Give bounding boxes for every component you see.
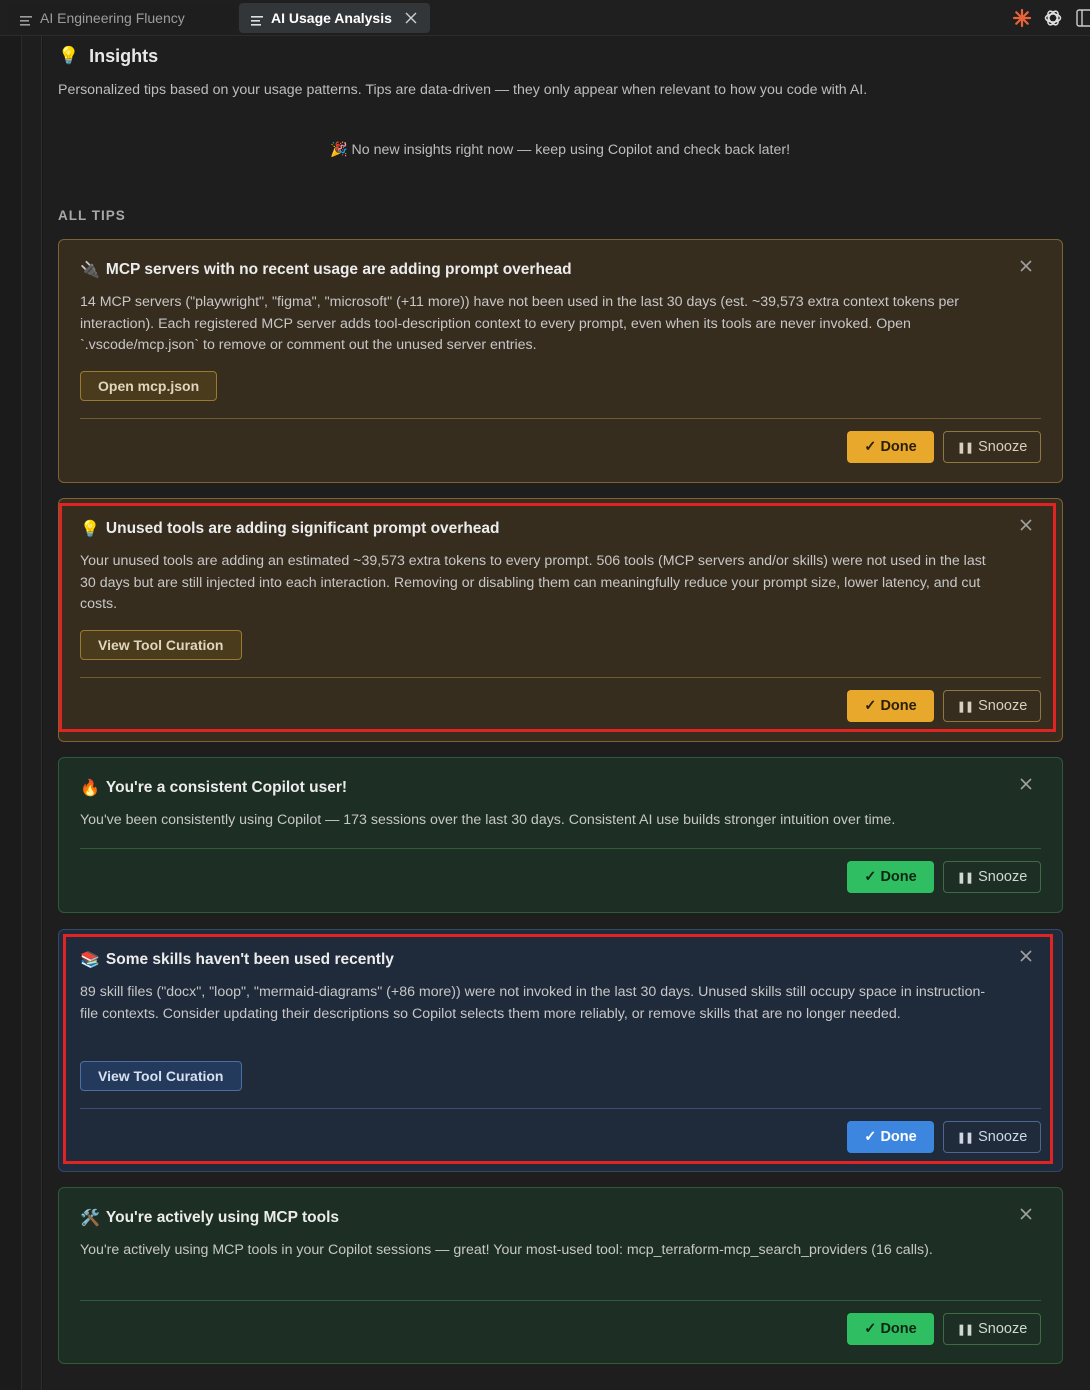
tools-icon: 🛠️ bbox=[80, 1210, 100, 1227]
snooze-button[interactable]: ❚❚ Snooze bbox=[943, 1121, 1041, 1153]
tip-body: Your unused tools are adding an estimate… bbox=[80, 553, 986, 613]
dismiss-icon[interactable] bbox=[1018, 1206, 1034, 1222]
tip-body: 89 skill files ("docx", "loop", "mermaid… bbox=[80, 984, 986, 1022]
snooze-button[interactable]: ❚❚ Snooze bbox=[943, 431, 1041, 463]
tip-title: 📚 Some skills haven't been used recently bbox=[80, 950, 394, 970]
lightbulb-icon: 💡 bbox=[58, 46, 80, 65]
tip-title: 💡 Unused tools are adding significant pr… bbox=[80, 519, 500, 539]
tab-label: AI Engineering Fluency bbox=[40, 10, 185, 26]
insights-subtitle: Personalized tips based on your usage pa… bbox=[58, 82, 868, 98]
done-button[interactable]: ✓ Done bbox=[847, 690, 934, 722]
divider bbox=[80, 418, 1041, 419]
tab-ai-engineering-fluency[interactable]: AI Engineering Fluency bbox=[8, 3, 236, 33]
tip-title: 🛠️ You're actively using MCP tools bbox=[80, 1208, 339, 1228]
divider bbox=[80, 1108, 1041, 1109]
view-tool-curation-button[interactable]: View Tool Curation bbox=[80, 1061, 242, 1091]
done-button[interactable]: ✓ Done bbox=[847, 861, 934, 893]
done-button[interactable]: ✓ Done bbox=[847, 431, 934, 463]
done-button[interactable]: ✓ Done bbox=[847, 1313, 934, 1345]
fire-icon: 🔥 bbox=[80, 780, 100, 797]
tip-title: 🔌 MCP servers with no recent usage are a… bbox=[80, 260, 572, 280]
divider bbox=[80, 1300, 1041, 1301]
preview-icon bbox=[20, 13, 32, 26]
close-icon[interactable] bbox=[404, 11, 418, 25]
dismiss-icon[interactable] bbox=[1018, 258, 1034, 274]
done-button[interactable]: ✓ Done bbox=[847, 1121, 934, 1153]
dismiss-icon[interactable] bbox=[1018, 948, 1034, 964]
tip-body: You've been consistently using Copilot —… bbox=[80, 812, 896, 828]
divider bbox=[80, 677, 1041, 678]
pause-icon: ❚❚ bbox=[956, 700, 974, 713]
snooze-label: Snooze bbox=[978, 698, 1028, 714]
openai-icon[interactable] bbox=[1043, 8, 1063, 28]
claude-sparkle-icon[interactable] bbox=[1012, 8, 1032, 28]
books-icon: 📚 bbox=[80, 952, 100, 969]
tip-body: 14 MCP servers ("playwright", "figma", "… bbox=[80, 294, 959, 354]
preview-icon bbox=[251, 13, 263, 26]
tip-card: 🔥 You're a consistent Copilot user! You'… bbox=[58, 757, 1063, 913]
gutter-strip bbox=[22, 36, 42, 1390]
editor-tab-bar: AI Engineering Fluency AI Usage Analysis bbox=[0, 0, 1090, 36]
snooze-label: Snooze bbox=[978, 1129, 1028, 1145]
view-tool-curation-button[interactable]: View Tool Curation bbox=[80, 630, 242, 660]
lightbulb-icon: 💡 bbox=[80, 521, 100, 538]
activity-strip bbox=[0, 36, 22, 1390]
tip-title-text: Unused tools are adding significant prom… bbox=[105, 520, 500, 537]
pause-icon: ❚❚ bbox=[956, 1131, 974, 1144]
insights-title: Insights bbox=[89, 45, 159, 66]
open-mcp-json-button[interactable]: Open mcp.json bbox=[80, 371, 218, 401]
tip-body: You're actively using MCP tools in your … bbox=[80, 1242, 933, 1258]
tip-title-text: MCP servers with no recent usage are add… bbox=[105, 261, 572, 278]
insights-heading: 💡 Insights bbox=[58, 44, 158, 68]
snooze-label: Snooze bbox=[978, 869, 1028, 885]
pause-icon: ❚❚ bbox=[956, 1323, 974, 1336]
snooze-button[interactable]: ❚❚ Snooze bbox=[943, 1313, 1041, 1345]
divider bbox=[80, 848, 1041, 849]
tab-ai-usage-analysis[interactable]: AI Usage Analysis bbox=[239, 3, 430, 33]
tip-title-text: You're actively using MCP tools bbox=[105, 1209, 340, 1226]
snooze-label: Snooze bbox=[978, 439, 1028, 455]
tip-card: 🛠️ You're actively using MCP tools You'r… bbox=[58, 1187, 1063, 1364]
dismiss-icon[interactable] bbox=[1018, 776, 1034, 792]
snooze-button[interactable]: ❚❚ Snooze bbox=[943, 861, 1041, 893]
tip-title: 🔥 You're a consistent Copilot user! bbox=[80, 778, 347, 798]
tip-card: 🔌 MCP servers with no recent usage are a… bbox=[58, 239, 1063, 483]
plug-icon: 🔌 bbox=[80, 262, 100, 279]
snooze-label: Snooze bbox=[978, 1321, 1028, 1337]
split-editor-icon[interactable] bbox=[1074, 8, 1090, 28]
tab-label: AI Usage Analysis bbox=[271, 10, 392, 26]
insights-empty-message: 🎉 No new insights right now — keep using… bbox=[329, 142, 791, 158]
snooze-button[interactable]: ❚❚ Snooze bbox=[943, 690, 1041, 722]
tip-card: 💡 Unused tools are adding significant pr… bbox=[58, 498, 1063, 742]
tip-title-text: Some skills haven't been used recently bbox=[105, 951, 394, 968]
tip-card: 📚 Some skills haven't been used recently… bbox=[58, 929, 1063, 1172]
all-tips-label: ALL TIPS bbox=[58, 208, 126, 223]
pause-icon: ❚❚ bbox=[956, 871, 974, 884]
pause-icon: ❚❚ bbox=[956, 441, 974, 454]
dismiss-icon[interactable] bbox=[1018, 517, 1034, 533]
tip-title-text: You're a consistent Copilot user! bbox=[105, 779, 348, 796]
